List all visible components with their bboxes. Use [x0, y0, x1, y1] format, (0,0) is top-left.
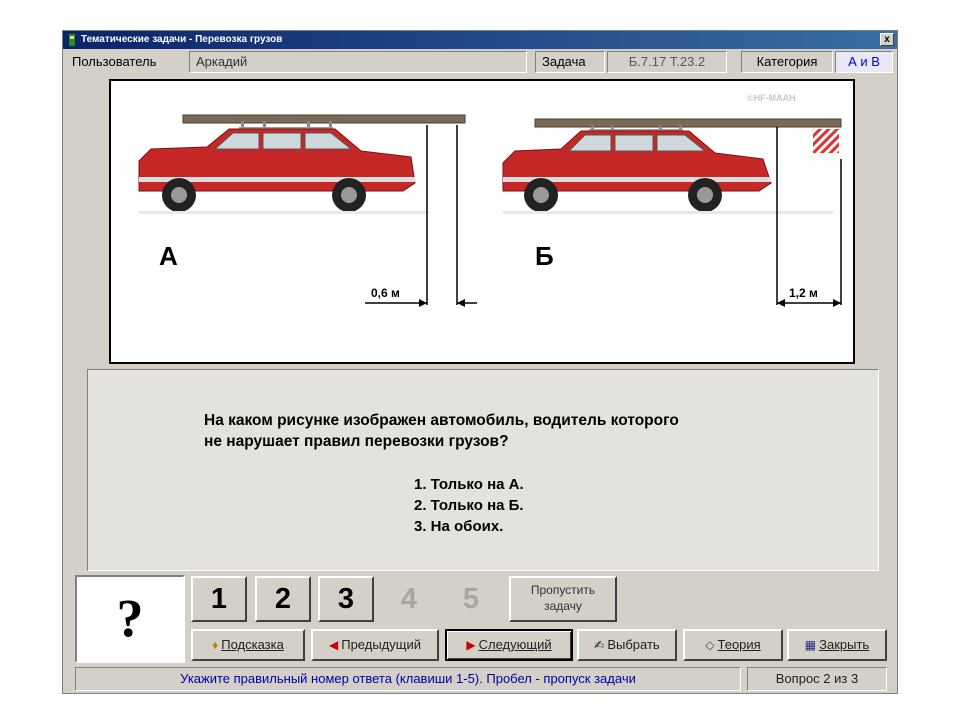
- choose-label: Выбрать: [607, 637, 660, 652]
- selected-answer-box: ?: [75, 575, 185, 663]
- theory-label: Теория: [717, 637, 761, 652]
- answer-button-2[interactable]: 2: [255, 576, 311, 622]
- window-title: Тематические задачи - Перевозка грузов: [81, 34, 283, 45]
- answer-list: 1. Только на А. 2. Только на Б. 3. На об…: [414, 474, 524, 537]
- choose-button[interactable]: ✍ Выбрать: [577, 629, 677, 661]
- label-a: А: [159, 241, 178, 271]
- question-picture: ©HF-MAAH 0,6 м А 1,2 м Б: [109, 79, 855, 364]
- info-bar: Пользователь Аркадий Задача Б.7.17 Т.23.…: [63, 50, 897, 74]
- car-a: [138, 114, 466, 214]
- status-bar: Укажите правильный номер ответа (клавиши…: [75, 667, 887, 691]
- exit-icon: ▦: [804, 638, 817, 652]
- arrow-right-icon: ▶: [466, 638, 476, 652]
- cargo-load-a: [182, 114, 466, 124]
- question-panel: На каком рисунке изображен автомобиль, в…: [87, 369, 879, 571]
- answer-option: 3. На обоих.: [414, 518, 504, 535]
- next-label: Следующий: [478, 637, 552, 652]
- measure-a: 0,6 м: [371, 286, 400, 300]
- measure-b: 1,2 м: [789, 286, 818, 300]
- cars-illustration: ©HF-MAAH 0,6 м А 1,2 м Б: [138, 93, 842, 307]
- question-text: На каком рисунке изображен автомобиль, в…: [204, 410, 804, 452]
- hint-button[interactable]: ♦ Подсказка: [191, 629, 305, 661]
- skip-task-button[interactable]: Пропустить задачу: [509, 576, 617, 622]
- user-label: Пользователь: [72, 54, 157, 69]
- title-bar[interactable]: Тематические задачи - Перевозка грузов x: [63, 31, 897, 49]
- label-b: Б: [535, 241, 554, 271]
- arrow-left-icon: ◀: [329, 638, 339, 652]
- app-icon: [69, 34, 75, 46]
- skip-label-line-2: задачу: [544, 599, 582, 613]
- question-line-2: не нарушает правил перевозки грузов?: [204, 433, 509, 450]
- diamond-icon: ◇: [705, 638, 715, 652]
- question-mark: ?: [116, 588, 144, 648]
- hint-label: Подсказка: [221, 637, 284, 652]
- task-code: Б.7.17 Т.23.2: [607, 51, 727, 73]
- bell-icon: ♦: [212, 638, 219, 652]
- theory-button[interactable]: ◇ Теория: [683, 629, 783, 661]
- category-label: Категория: [741, 51, 833, 73]
- answer-button-5: 5: [443, 576, 499, 622]
- category-value: А и В: [835, 51, 893, 73]
- app-window: Тематические задачи - Перевозка грузов x…: [62, 30, 898, 694]
- window-close-button[interactable]: x: [880, 33, 894, 46]
- previous-button[interactable]: ◀ Предыдущий: [311, 629, 439, 661]
- car-b: [502, 118, 842, 214]
- question-counter: Вопрос 2 из 3: [747, 667, 887, 691]
- skip-label-line-1: Пропустить: [530, 583, 596, 597]
- answer-button-4: 4: [381, 576, 437, 622]
- close-label: Закрыть: [819, 637, 870, 652]
- next-button[interactable]: ▶ Следующий: [445, 629, 573, 661]
- answer-button-3[interactable]: 3: [318, 576, 374, 622]
- question-line-1: На каком рисунке изображен автомобиль, в…: [204, 412, 679, 429]
- close-button[interactable]: ▦ Закрыть: [787, 629, 887, 661]
- answer-option: 2. Только на Б.: [414, 497, 524, 514]
- answer-button-1[interactable]: 1: [191, 576, 247, 622]
- task-label: Задача: [535, 51, 605, 73]
- cargo-load-b: [534, 118, 842, 128]
- pointer-icon: ✍: [594, 638, 605, 652]
- warning-sign: [813, 129, 839, 153]
- answer-option: 1. Только на А.: [414, 476, 524, 493]
- user-name: Аркадий: [189, 51, 527, 73]
- previous-label: Предыдущий: [341, 637, 421, 652]
- watermark: ©HF-MAAH: [747, 93, 796, 103]
- status-hint: Укажите правильный номер ответа (клавиши…: [75, 667, 741, 691]
